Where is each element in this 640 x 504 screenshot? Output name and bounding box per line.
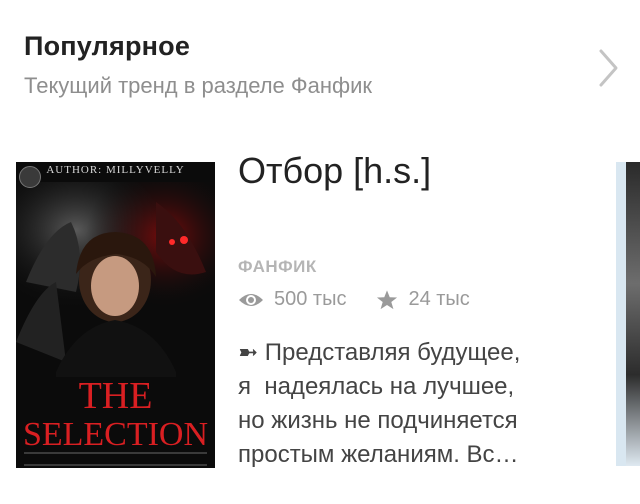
eye-icon xyxy=(238,291,264,309)
next-story-cover[interactable] xyxy=(616,162,640,466)
cover-title-line1: THE xyxy=(78,375,153,417)
section-subtitle: Текущий тренд в разделе Фанфик xyxy=(24,73,373,98)
cover-title-line2: SELECTION xyxy=(22,416,209,453)
story-genre[interactable]: ФАНФИК xyxy=(238,257,317,277)
cover-credits xyxy=(24,452,207,466)
story-description: ➼ Представляя будущее, я надеялась на лу… xyxy=(238,339,521,468)
story-stats: 500 тыс 24 тыс xyxy=(238,288,470,311)
reads-stat: 500 тыс xyxy=(238,288,346,311)
reads-count: 500 тыс xyxy=(274,288,347,310)
votes-count: 24 тыс xyxy=(408,288,470,310)
story-info: Отбор [h.s.] ФАНФИК 500 тыс 24 тыс ➼ Пре… xyxy=(238,150,608,468)
chevron-right-icon[interactable] xyxy=(588,48,628,88)
star-icon xyxy=(376,289,398,311)
story-cover[interactable]: AUTHOR: MILLYVELLY THE SELECTION xyxy=(16,162,215,468)
cover-author: AUTHOR: MILLYVELLY xyxy=(46,164,185,176)
next-cover-image xyxy=(626,162,640,466)
section-header[interactable]: Популярное Текущий тренд в разделе Фанфи… xyxy=(24,26,584,104)
votes-stat: 24 тыс xyxy=(376,288,470,311)
page: Популярное Текущий тренд в разделе Фанфи… xyxy=(0,0,640,504)
story-card[interactable]: AUTHOR: MILLYVELLY THE SELECTION Отбор [… xyxy=(16,150,612,470)
section-title: Популярное xyxy=(24,31,191,61)
story-title[interactable]: Отбор [h.s.] xyxy=(238,150,608,192)
